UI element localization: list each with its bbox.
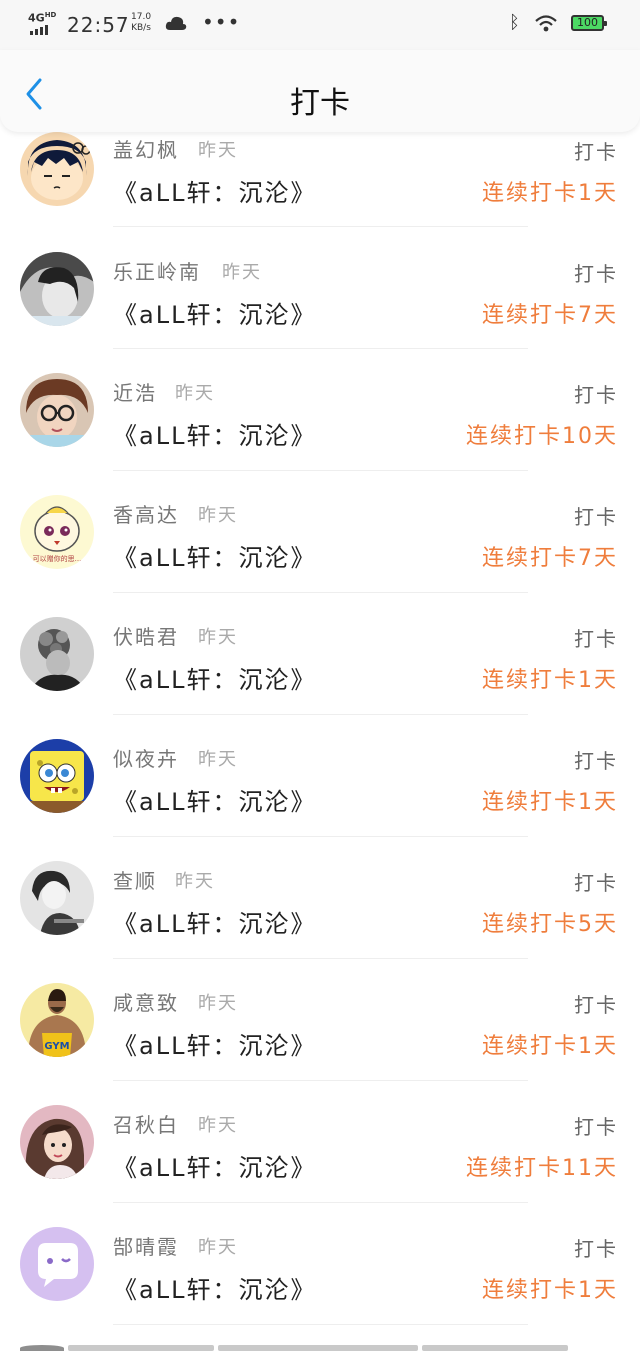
page-title: 打卡 bbox=[290, 86, 350, 121]
checkin-label: 打卡 bbox=[574, 1115, 618, 1139]
divider bbox=[113, 836, 528, 837]
avatar[interactable]: GYM bbox=[20, 983, 94, 1057]
avatar[interactable] bbox=[20, 1227, 94, 1301]
divider bbox=[113, 470, 528, 471]
streak-count: 连续打卡1天 bbox=[482, 1034, 618, 1059]
checkin-time: 昨天 bbox=[198, 1115, 238, 1136]
battery-icon: 100 bbox=[571, 15, 607, 31]
divider bbox=[113, 348, 528, 349]
user-name: 召秋白 bbox=[113, 1113, 179, 1137]
checkin-label: 打卡 bbox=[574, 262, 618, 286]
user-name: 近浩 bbox=[113, 381, 157, 405]
user-name: 香高达 bbox=[113, 503, 179, 527]
svg-text:GYM: GYM bbox=[44, 1041, 69, 1052]
list-item[interactable]: 可以赠你的思... 香高达 昨天 打卡 《aLL轩：沉沦》 连续打卡7天 bbox=[0, 495, 640, 617]
streak-count: 连续打卡1天 bbox=[482, 1278, 618, 1303]
book-title[interactable]: 《aLL轩：沉沦》 bbox=[113, 782, 316, 817]
list-item[interactable]: 似夜卉 昨天 打卡 《aLL轩：沉沦》 连续打卡1天 bbox=[0, 739, 640, 861]
divider bbox=[113, 1202, 528, 1203]
checkin-label: 打卡 bbox=[574, 505, 618, 529]
avatar[interactable] bbox=[20, 739, 94, 813]
checkin-label: 打卡 bbox=[574, 749, 618, 773]
user-name: 似夜卉 bbox=[113, 747, 179, 771]
list-item[interactable]: 乐正岭南 昨天 打卡 《aLL轩：沉沦》 连续打卡7天 bbox=[0, 252, 640, 374]
checkin-time: 昨天 bbox=[198, 627, 238, 648]
checkin-time: 昨天 bbox=[198, 1237, 238, 1258]
avatar[interactable] bbox=[20, 1105, 94, 1179]
list-item[interactable]: 伏晧君 昨天 打卡 《aLL轩：沉沦》 连续打卡1天 bbox=[0, 617, 640, 739]
streak-count: 连续打卡1天 bbox=[482, 668, 618, 693]
book-title[interactable]: 《aLL轩：沉沦》 bbox=[113, 904, 316, 939]
list-item[interactable]: 召秋白 昨天 打卡 《aLL轩：沉沦》 连续打卡11天 bbox=[0, 1105, 640, 1227]
checkin-time: 昨天 bbox=[175, 383, 215, 404]
bluetooth-icon: ᛒ bbox=[509, 12, 520, 33]
streak-count: 连续打卡10天 bbox=[466, 424, 618, 449]
divider bbox=[113, 1324, 528, 1325]
book-title[interactable]: 《aLL轩：沉沦》 bbox=[113, 1148, 316, 1183]
checkin-time: 昨天 bbox=[222, 262, 262, 283]
checkin-time: 昨天 bbox=[198, 749, 238, 770]
checkin-label: 打卡 bbox=[574, 1237, 618, 1261]
book-title[interactable]: 《aLL轩：沉沦》 bbox=[113, 538, 316, 573]
nav-header: 打卡 bbox=[0, 50, 640, 132]
user-name: 郜晴霞 bbox=[113, 1235, 179, 1259]
book-title[interactable]: 《aLL轩：沉沦》 bbox=[113, 1026, 316, 1061]
next-item-peek bbox=[20, 1345, 580, 1351]
book-title[interactable]: 《aLL轩：沉沦》 bbox=[113, 1270, 316, 1305]
checkin-time: 昨天 bbox=[198, 993, 238, 1014]
avatar[interactable] bbox=[20, 617, 94, 691]
checkin-time: 昨天 bbox=[175, 871, 215, 892]
streak-count: 连续打卡7天 bbox=[482, 546, 618, 571]
user-name: 伏晧君 bbox=[113, 625, 179, 649]
book-title[interactable]: 《aLL轩：沉沦》 bbox=[113, 173, 316, 208]
list-item[interactable]: 盖幻枫 昨天 打卡 《aLL轩：沉沦》 连续打卡1天 bbox=[0, 130, 640, 252]
list-item[interactable]: 近浩 昨天 打卡 《aLL轩：沉沦》 连续打卡10天 bbox=[0, 373, 640, 495]
divider bbox=[113, 226, 528, 227]
divider bbox=[113, 1080, 528, 1081]
more-dots-icon: ••• bbox=[202, 10, 241, 34]
status-bar: 4GHD 22:57 17.0 KB/s ••• ᛒ 100 bbox=[0, 0, 640, 50]
avatar[interactable] bbox=[20, 252, 94, 326]
checkin-label: 打卡 bbox=[574, 383, 618, 407]
avatar[interactable] bbox=[20, 861, 94, 935]
checkin-label: 打卡 bbox=[574, 993, 618, 1017]
list-item[interactable]: 查顺 昨天 打卡 《aLL轩：沉沦》 连续打卡5天 bbox=[0, 861, 640, 983]
list-item[interactable]: 郜晴霞 昨天 打卡 《aLL轩：沉沦》 连续打卡1天 bbox=[0, 1227, 640, 1349]
network-speed: 17.0 KB/s bbox=[131, 12, 152, 33]
book-title[interactable]: 《aLL轩：沉沦》 bbox=[113, 660, 316, 695]
checkin-time: 昨天 bbox=[198, 140, 238, 161]
streak-count: 连续打卡11天 bbox=[466, 1156, 618, 1181]
user-name: 查顺 bbox=[113, 869, 157, 893]
divider bbox=[113, 958, 528, 959]
avatar[interactable] bbox=[20, 132, 94, 206]
book-title[interactable]: 《aLL轩：沉沦》 bbox=[113, 416, 316, 451]
cloud-icon bbox=[165, 16, 187, 30]
checkin-list: 盖幻枫 昨天 打卡 《aLL轩：沉沦》 连续打卡1天 乐正岭南 昨天 打卡 《a… bbox=[0, 0, 640, 1351]
divider bbox=[113, 592, 528, 593]
user-name: 盖幻枫 bbox=[113, 138, 179, 162]
svg-text:可以赠你的思...: 可以赠你的思... bbox=[33, 554, 82, 563]
list-item[interactable]: GYM 咸意致 昨天 打卡 《aLL轩：沉沦》 连续打卡1天 bbox=[0, 983, 640, 1105]
streak-count: 连续打卡1天 bbox=[482, 790, 618, 815]
clock: 22:57 bbox=[67, 13, 130, 37]
network-type: 4GHD bbox=[28, 11, 57, 25]
signal-icon bbox=[30, 25, 48, 35]
wifi-icon bbox=[535, 15, 557, 32]
avatar[interactable]: 可以赠你的思... bbox=[20, 495, 94, 569]
streak-count: 连续打卡5天 bbox=[482, 912, 618, 937]
checkin-label: 打卡 bbox=[574, 627, 618, 651]
user-name: 咸意致 bbox=[113, 991, 179, 1015]
streak-count: 连续打卡1天 bbox=[482, 181, 618, 206]
checkin-label: 打卡 bbox=[574, 140, 618, 164]
streak-count: 连续打卡7天 bbox=[482, 303, 618, 328]
user-name: 乐正岭南 bbox=[113, 260, 201, 284]
divider bbox=[113, 714, 528, 715]
avatar[interactable] bbox=[20, 373, 94, 447]
checkin-time: 昨天 bbox=[198, 505, 238, 526]
checkin-label: 打卡 bbox=[574, 871, 618, 895]
book-title[interactable]: 《aLL轩：沉沦》 bbox=[113, 295, 316, 330]
